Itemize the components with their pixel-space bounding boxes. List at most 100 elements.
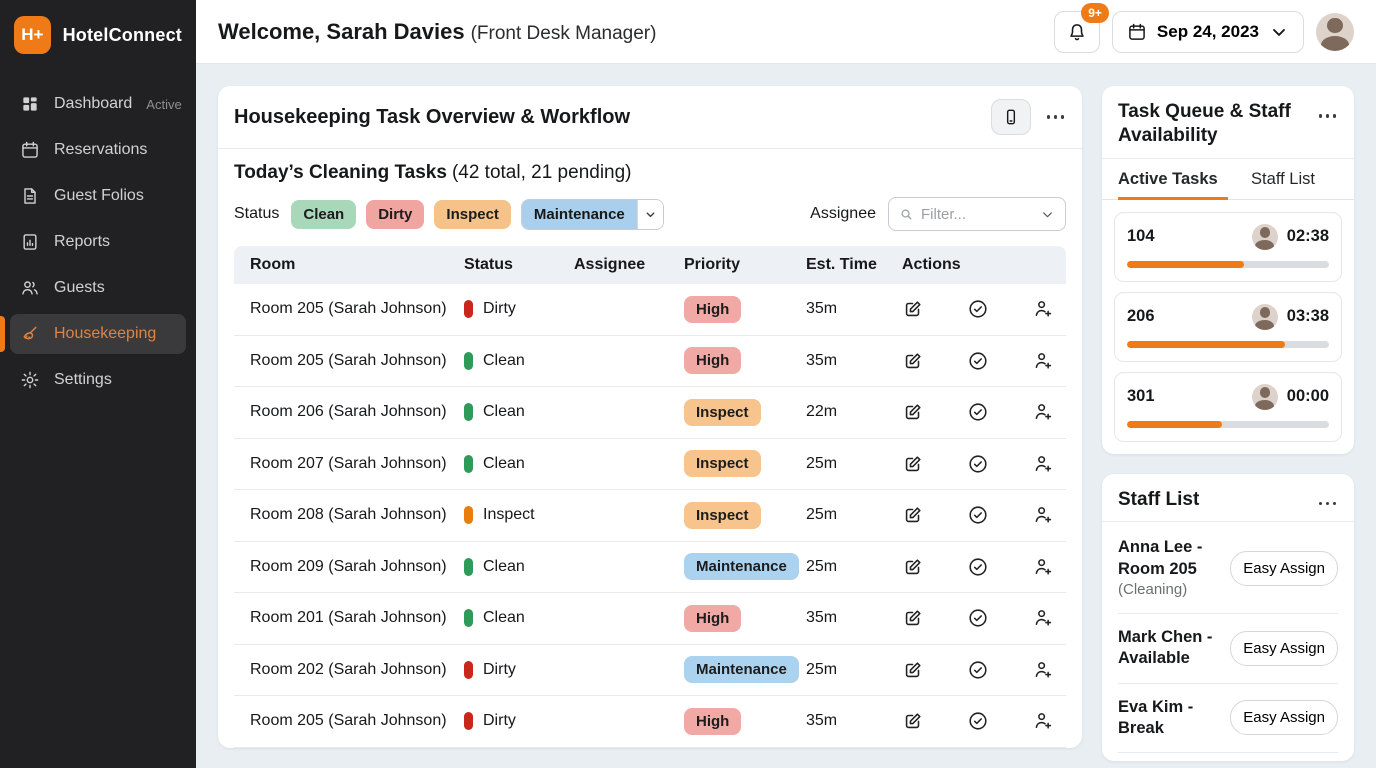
task-item[interactable]: 301 00:00 bbox=[1114, 372, 1342, 442]
task-progress-bar bbox=[1127, 261, 1329, 268]
panel-title: Housekeeping Task Overview & Workflow bbox=[234, 106, 630, 129]
sidebar-item-settings[interactable]: Settings bbox=[10, 360, 186, 400]
edit-task-button[interactable] bbox=[902, 504, 924, 526]
active-task-list: 104 02:38 206 03:38 bbox=[1102, 200, 1354, 454]
staff-list-panel: Staff List Anna Lee - Room 205(Cleaning)… bbox=[1102, 474, 1354, 762]
est-time-cell: 25m bbox=[806, 661, 902, 679]
status-text: Dirty bbox=[483, 300, 516, 318]
complete-task-button[interactable] bbox=[967, 504, 989, 526]
actions-cell bbox=[902, 659, 1066, 681]
mobile-view-button[interactable] bbox=[991, 99, 1031, 135]
status-filter-label: Status bbox=[234, 205, 279, 223]
easy-assign-button[interactable]: Easy Assign bbox=[1230, 551, 1338, 586]
tab-active-tasks[interactable]: Active Tasks bbox=[1118, 159, 1228, 200]
est-time-cell: 25m bbox=[806, 558, 902, 576]
tasks-table: Room Status Assignee Priority Est. Time … bbox=[234, 246, 1066, 748]
actions-cell bbox=[902, 401, 1066, 423]
complete-task-button[interactable] bbox=[967, 659, 989, 681]
priority-badge: High bbox=[684, 708, 741, 735]
user-avatar[interactable] bbox=[1316, 13, 1354, 51]
assign-person-button[interactable] bbox=[1032, 710, 1054, 732]
assign-person-button[interactable] bbox=[1032, 607, 1054, 629]
assign-person-button[interactable] bbox=[1032, 556, 1054, 578]
staff-list-menu-button[interactable] bbox=[1317, 496, 1339, 512]
person-add-icon bbox=[1032, 350, 1054, 372]
maintenance-status-dropdown[interactable]: Maintenance bbox=[521, 199, 664, 230]
assign-person-button[interactable] bbox=[1032, 350, 1054, 372]
assignee-filter-input-box[interactable] bbox=[888, 197, 1066, 231]
actions-cell bbox=[902, 350, 1066, 372]
est-time-cell: 35m bbox=[806, 609, 902, 627]
edit-icon bbox=[902, 298, 924, 320]
complete-task-button[interactable] bbox=[967, 556, 989, 578]
complete-task-button[interactable] bbox=[967, 710, 989, 732]
notifications-button[interactable]: 9+ bbox=[1054, 11, 1100, 53]
edit-task-button[interactable] bbox=[902, 350, 924, 372]
status-cell: Clean bbox=[464, 352, 574, 370]
sidebar-item-housekeeping[interactable]: Housekeeping bbox=[10, 314, 186, 354]
panel-header: Housekeeping Task Overview & Workflow bbox=[218, 86, 1082, 149]
actions-cell bbox=[902, 298, 1066, 320]
assign-person-button[interactable] bbox=[1032, 659, 1054, 681]
edit-task-button[interactable] bbox=[902, 556, 924, 578]
complete-task-button[interactable] bbox=[967, 607, 989, 629]
check-circle-icon bbox=[967, 710, 989, 732]
status-text: Dirty bbox=[483, 661, 516, 679]
chip-clean[interactable]: Clean bbox=[291, 200, 356, 229]
person-add-icon bbox=[1032, 298, 1054, 320]
assign-person-button[interactable] bbox=[1032, 298, 1054, 320]
col-actions: Actions bbox=[902, 256, 1066, 274]
edit-task-button[interactable] bbox=[902, 453, 924, 475]
assign-person-button[interactable] bbox=[1032, 453, 1054, 475]
priority-cell: Inspect bbox=[684, 502, 806, 529]
priority-cell: High bbox=[684, 296, 806, 323]
status-text: Clean bbox=[483, 352, 525, 370]
complete-task-button[interactable] bbox=[967, 401, 989, 423]
status-cell: Clean bbox=[464, 403, 574, 421]
easy-assign-button[interactable]: Easy Assign bbox=[1230, 631, 1338, 666]
date-picker-button[interactable]: Sep 24, 2023 bbox=[1112, 11, 1304, 53]
chip-inspect[interactable]: Inspect bbox=[434, 200, 511, 229]
chip-dirty[interactable]: Dirty bbox=[366, 200, 424, 229]
easy-assign-button[interactable]: Easy Assign bbox=[1230, 700, 1338, 735]
est-time-cell: 25m bbox=[806, 455, 902, 473]
staff-item: Mark Chen - Available Easy Assign bbox=[1118, 614, 1338, 684]
edit-task-button[interactable] bbox=[902, 659, 924, 681]
dropdown-caret bbox=[637, 200, 663, 229]
complete-task-button[interactable] bbox=[967, 298, 989, 320]
est-time-cell: 22m bbox=[806, 403, 902, 421]
edit-task-button[interactable] bbox=[902, 298, 924, 320]
edit-task-button[interactable] bbox=[902, 710, 924, 732]
top-header: Welcome, Sarah Davies(Front Desk Manager… bbox=[196, 0, 1376, 64]
sidebar-item-label: Reports bbox=[54, 233, 110, 251]
room-cell: Room 201 (Sarah Johnson) bbox=[250, 609, 464, 627]
filter-bar: Status Clean Dirty Inspect Maintenance A… bbox=[218, 184, 1082, 246]
sidebar-item-reports[interactable]: Reports bbox=[10, 222, 186, 262]
assignee-filter-input[interactable] bbox=[921, 206, 1033, 223]
sidebar-item-guests[interactable]: Guests bbox=[10, 268, 186, 308]
sidebar-item-label: Dashboard bbox=[54, 95, 132, 113]
section-title-text: Today’s Cleaning Tasks bbox=[234, 162, 447, 183]
sidebar-item-label: Reservations bbox=[54, 141, 147, 159]
assign-person-button[interactable] bbox=[1032, 401, 1054, 423]
edit-task-button[interactable] bbox=[902, 607, 924, 629]
check-circle-icon bbox=[967, 607, 989, 629]
sidebar-item-guest-folios[interactable]: Guest Folios bbox=[10, 176, 186, 216]
calendar-icon bbox=[1127, 22, 1147, 42]
complete-task-button[interactable] bbox=[967, 350, 989, 372]
tab-staff-list[interactable]: Staff List bbox=[1228, 159, 1338, 199]
task-queue-menu-button[interactable] bbox=[1317, 108, 1339, 124]
status-indicator bbox=[464, 506, 473, 524]
assign-person-button[interactable] bbox=[1032, 504, 1054, 526]
task-item[interactable]: 104 02:38 bbox=[1114, 212, 1342, 282]
chip-maintenance: Maintenance bbox=[522, 200, 637, 229]
panel-menu-button[interactable] bbox=[1045, 109, 1067, 125]
sidebar-item-reservations[interactable]: Reservations bbox=[10, 130, 186, 170]
task-item[interactable]: 206 03:38 bbox=[1114, 292, 1342, 362]
edit-task-button[interactable] bbox=[902, 401, 924, 423]
complete-task-button[interactable] bbox=[967, 453, 989, 475]
sidebar-item-dashboard[interactable]: Dashboard Active bbox=[10, 84, 186, 124]
person-add-icon bbox=[1032, 710, 1054, 732]
col-room: Room bbox=[250, 256, 464, 274]
edit-icon bbox=[902, 504, 924, 526]
